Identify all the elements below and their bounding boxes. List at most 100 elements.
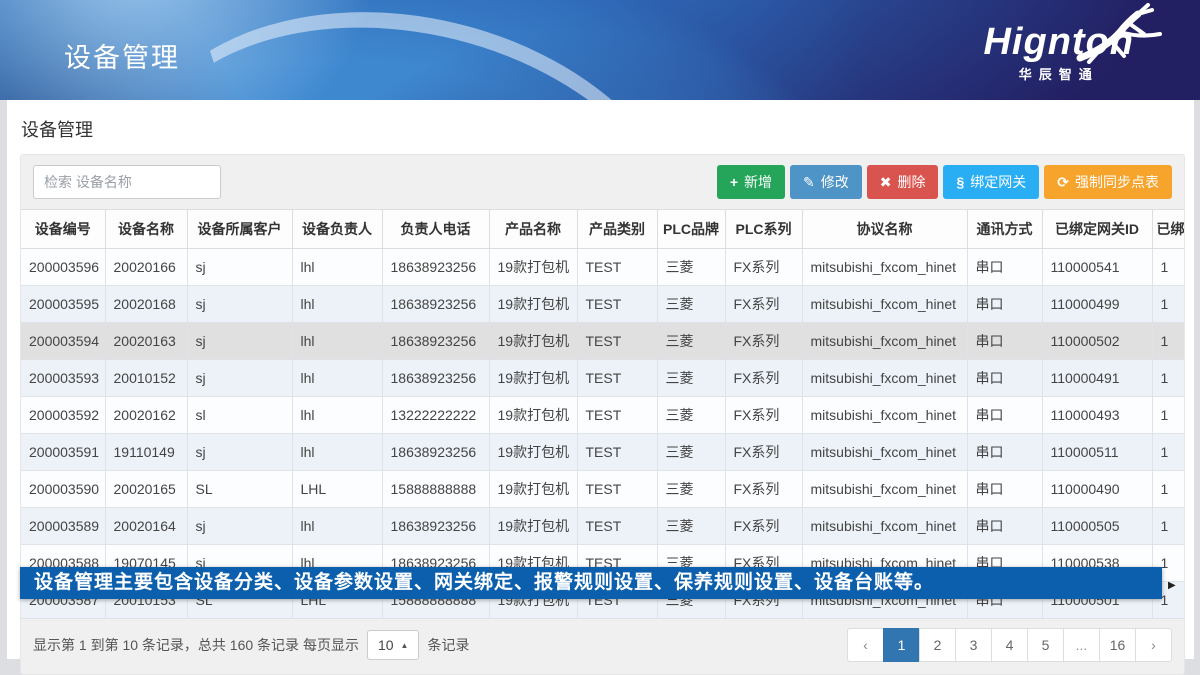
table-row[interactable]: 20000359620020166sjlhl1863892325619款打包机T… xyxy=(21,249,1184,286)
table-cell: sj xyxy=(187,323,292,360)
page-button-5[interactable]: 5 xyxy=(1027,628,1064,662)
column-header[interactable]: 设备所属客户 xyxy=(187,210,292,249)
table-cell: mitsubishi_fxcom_hinet xyxy=(802,397,967,434)
table-cell: 三菱 xyxy=(657,471,725,508)
header-banner: 设备管理 Hignton 华辰智通 xyxy=(0,0,1200,100)
column-header[interactable]: PLC系列 xyxy=(725,210,802,249)
page-button-3[interactable]: 3 xyxy=(955,628,992,662)
table-cell: 20020164 xyxy=(105,508,187,545)
column-header[interactable]: 产品类别 xyxy=(577,210,657,249)
column-header[interactable]: PLC品牌 xyxy=(657,210,725,249)
table-cell: 三菱 xyxy=(657,286,725,323)
table-row[interactable]: 20000359220020162sllhl1322222222219款打包机T… xyxy=(21,397,1184,434)
table-cell: 200003595 xyxy=(21,286,105,323)
column-header[interactable]: 产品名称 xyxy=(489,210,577,249)
table-row[interactable]: 20000359520020168sjlhl1863892325619款打包机T… xyxy=(21,286,1184,323)
table-cell: 串口 xyxy=(967,286,1042,323)
table-cell: 18638923256 xyxy=(382,249,489,286)
page-ellipsis: ... xyxy=(1063,628,1100,662)
column-header[interactable]: 设备名称 xyxy=(105,210,187,249)
table-cell: mitsubishi_fxcom_hinet xyxy=(802,471,967,508)
table-cell: lhl xyxy=(292,434,382,471)
table-cell: 1 xyxy=(1152,471,1184,508)
table-cell: 19款打包机 xyxy=(489,434,577,471)
page-button-2[interactable]: 2 xyxy=(919,628,956,662)
summary-suffix: 条记录 xyxy=(427,635,469,655)
table-cell: sj xyxy=(187,286,292,323)
page-summary: 显示第 1 到第 10 条记录，总共 160 条记录 每页显示 10 ▲ 条记录 xyxy=(33,630,469,660)
button-label: 删除 xyxy=(897,172,925,192)
table-cell: 串口 xyxy=(967,434,1042,471)
table-cell: 串口 xyxy=(967,360,1042,397)
table-cell: 1 xyxy=(1152,249,1184,286)
table-body: 20000359620020166sjlhl1863892325619款打包机T… xyxy=(21,249,1184,619)
bind-gateway-button[interactable]: §绑定网关 xyxy=(943,165,1039,199)
table-row[interactable]: 20000359020020165SLLHL1588888888819款打包机T… xyxy=(21,471,1184,508)
column-header[interactable]: 负责人电话 xyxy=(382,210,489,249)
edit-button[interactable]: ✎修改 xyxy=(790,165,862,199)
search-input[interactable] xyxy=(33,165,221,199)
column-header[interactable]: 已绑定网关ID xyxy=(1042,210,1152,249)
page-button-4[interactable]: 4 xyxy=(991,628,1028,662)
table-cell: 19款打包机 xyxy=(489,286,577,323)
add-button[interactable]: + 新增 xyxy=(717,165,785,199)
page-button-16[interactable]: 16 xyxy=(1099,628,1136,662)
page-title: 设备管理 xyxy=(21,116,1194,142)
table-cell: 200003593 xyxy=(21,360,105,397)
summary-prefix: 显示第 1 到第 10 条记录，总共 160 条记录 每页显示 xyxy=(33,635,359,655)
table-cell: 20010152 xyxy=(105,360,187,397)
table-cell: 19款打包机 xyxy=(489,249,577,286)
prev-page-button[interactable]: ‹ xyxy=(847,628,884,662)
table-cell: 18638923256 xyxy=(382,323,489,360)
table-cell: sl xyxy=(187,397,292,434)
plus-icon: + xyxy=(730,174,738,190)
table-cell: 110000499 xyxy=(1042,286,1152,323)
table-cell: 串口 xyxy=(967,471,1042,508)
toolbar-buttons: + 新增 ✎修改 ✖ 删除 §绑定网关⟳强制同步点表 xyxy=(717,165,1172,199)
delete-button[interactable]: ✖ 删除 xyxy=(867,165,939,199)
table-cell: mitsubishi_fxcom_hinet xyxy=(802,434,967,471)
table-cell: 18638923256 xyxy=(382,434,489,471)
column-header[interactable]: 设备负责人 xyxy=(292,210,382,249)
table-row[interactable]: 20000359320010152sjlhl1863892325619款打包机T… xyxy=(21,360,1184,397)
table-cell: lhl xyxy=(292,249,382,286)
table-cell: 15888888888 xyxy=(382,471,489,508)
force-sync-button[interactable]: ⟳强制同步点表 xyxy=(1044,165,1172,199)
scroll-right-arrow[interactable]: ▶ xyxy=(1168,580,1176,591)
table-row[interactable]: 20000359119110149sjlhl1863892325619款打包机T… xyxy=(21,434,1184,471)
column-header[interactable]: 已绑 xyxy=(1152,210,1184,249)
column-header[interactable]: 协议名称 xyxy=(802,210,967,249)
table-cell: lhl xyxy=(292,286,382,323)
refresh-icon: ⟳ xyxy=(1057,174,1069,191)
x-icon: ✖ xyxy=(880,174,892,191)
table-cell: mitsubishi_fxcom_hinet xyxy=(802,249,967,286)
column-header[interactable]: 通讯方式 xyxy=(967,210,1042,249)
table-cell: 19110149 xyxy=(105,434,187,471)
table-cell: 三菱 xyxy=(657,360,725,397)
table-cell: 200003591 xyxy=(21,434,105,471)
table-cell: 200003592 xyxy=(21,397,105,434)
table-cell: 1 xyxy=(1152,323,1184,360)
link-icon: § xyxy=(956,174,964,190)
table-cell: 串口 xyxy=(967,323,1042,360)
table-cell: 18638923256 xyxy=(382,286,489,323)
button-label: 新增 xyxy=(744,172,772,192)
table-cell: FX系列 xyxy=(725,471,802,508)
page-size-select[interactable]: 10 ▲ xyxy=(367,630,420,660)
table-row[interactable]: 20000359420020163sjlhl1863892325619款打包机T… xyxy=(21,323,1184,360)
table-cell: 1 xyxy=(1152,397,1184,434)
table-cell: sj xyxy=(187,508,292,545)
table-cell: SL xyxy=(187,471,292,508)
table-cell: 1 xyxy=(1152,286,1184,323)
table-cell: 20020163 xyxy=(105,323,187,360)
table-cell: 串口 xyxy=(967,508,1042,545)
next-page-button[interactable]: › xyxy=(1135,628,1172,662)
table-row[interactable]: 20000358920020164sjlhl1863892325619款打包机T… xyxy=(21,508,1184,545)
table-cell: 1 xyxy=(1152,360,1184,397)
table-cell: 110000491 xyxy=(1042,360,1152,397)
table-cell: mitsubishi_fxcom_hinet xyxy=(802,360,967,397)
page-button-1[interactable]: 1 xyxy=(883,628,920,662)
column-header[interactable]: 设备编号 xyxy=(21,210,105,249)
table-cell: TEST xyxy=(577,397,657,434)
antelope-icon xyxy=(1072,2,1168,64)
